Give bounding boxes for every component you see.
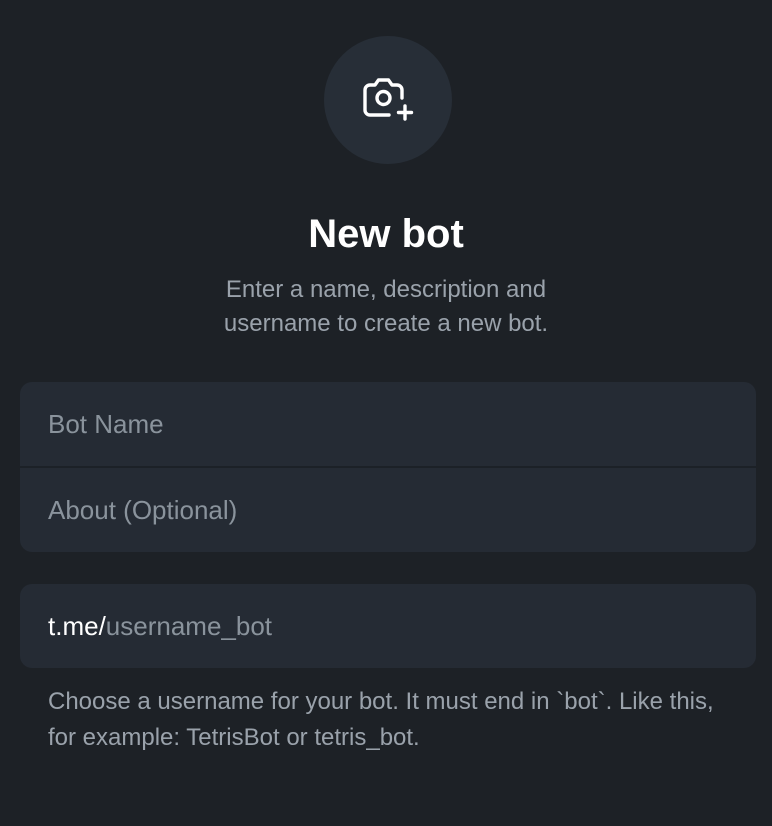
username-card: t.me/username_bot [20, 584, 756, 668]
username-prefix: t.me/ [48, 610, 106, 641]
camera-add-icon [363, 78, 414, 121]
set-bot-photo-button[interactable] [324, 36, 452, 164]
page-title: New bot [308, 212, 464, 256]
about-input[interactable]: About (Optional) [20, 468, 756, 552]
username-placeholder: username_bot [105, 610, 273, 641]
bot-name-input[interactable]: Bot Name [20, 382, 756, 466]
page-subtitle: Enter a name, description and username t… [223, 276, 549, 337]
about-placeholder: About (Optional) [48, 494, 238, 525]
bot-info-card: Bot Name About (Optional) [20, 382, 756, 552]
username-input[interactable]: t.me/username_bot [20, 584, 756, 668]
username-hint: Choose a username for your bot. It must … [48, 688, 714, 751]
new-bot-screen: New bot Enter a name, description and us… [0, 0, 772, 826]
bot-name-placeholder: Bot Name [48, 408, 164, 439]
